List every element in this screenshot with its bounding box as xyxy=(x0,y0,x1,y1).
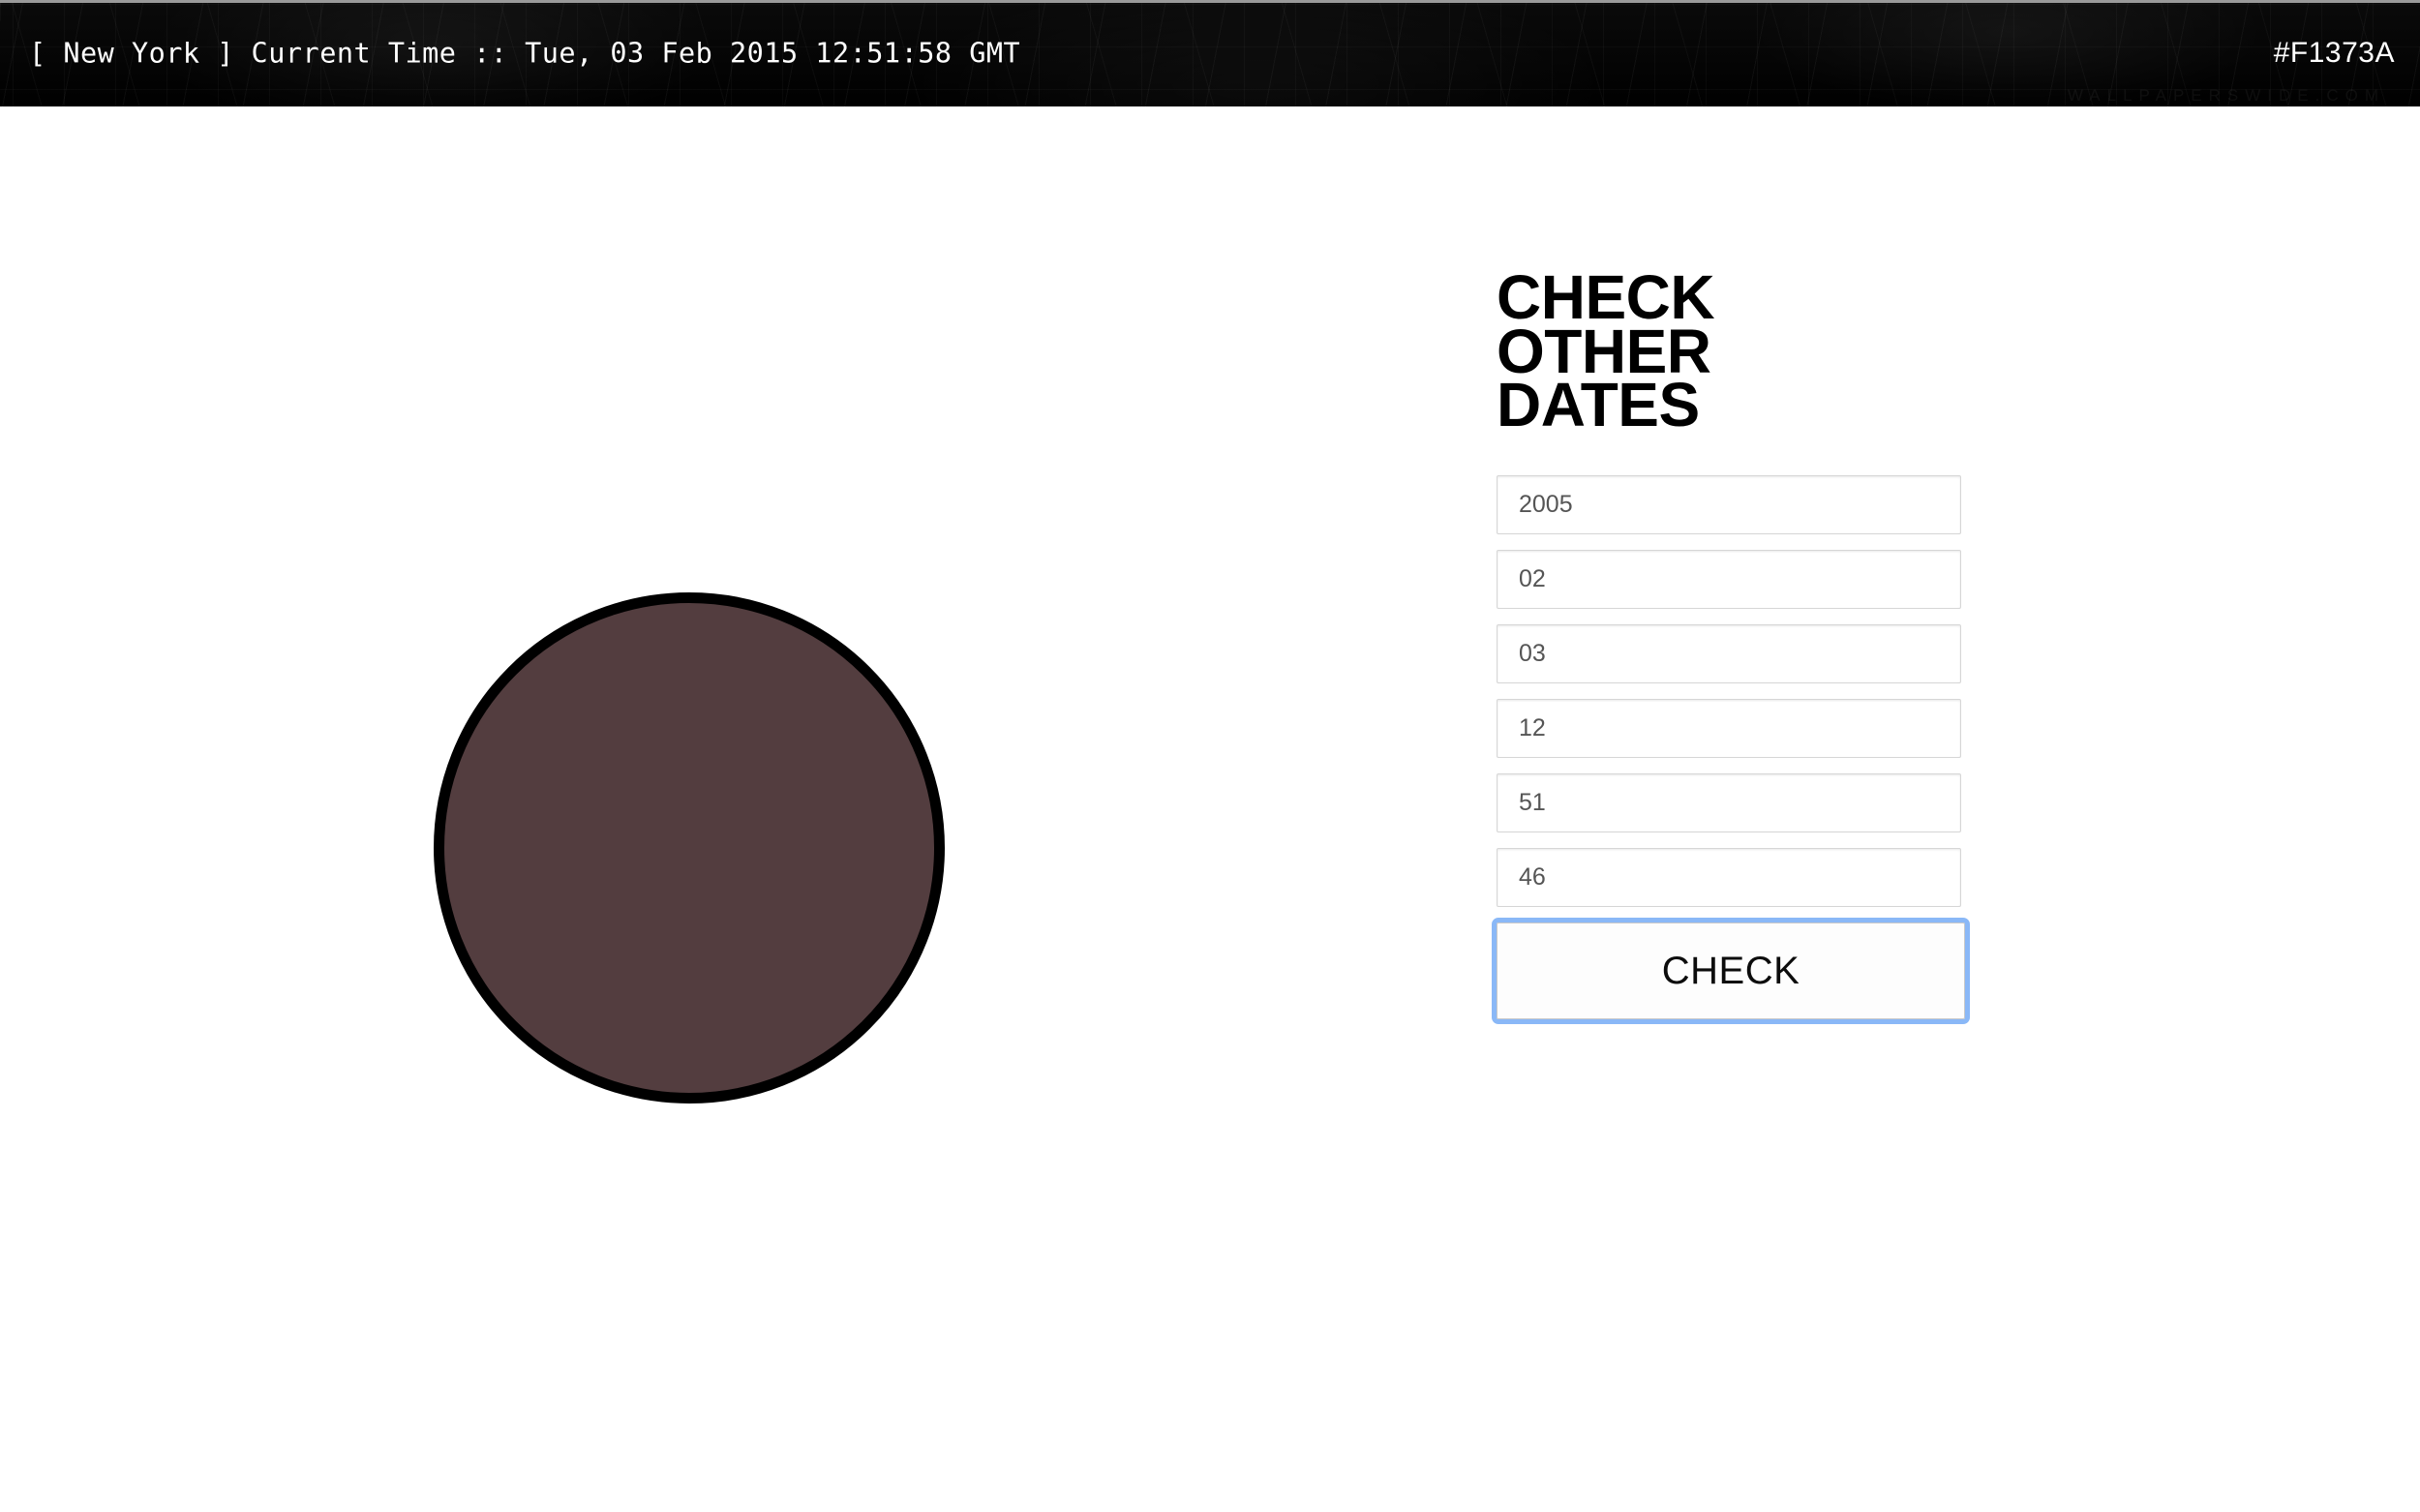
color-circle xyxy=(434,592,945,1104)
header-banner: WALLPAPERSWIDE.COM [ New York ] Current … xyxy=(0,0,2420,106)
color-hex-code: #F1373A xyxy=(2273,37,2395,69)
second-input[interactable] xyxy=(1497,848,1961,908)
color-swatch xyxy=(434,592,945,1104)
month-input[interactable] xyxy=(1497,550,1961,610)
date-fields-group xyxy=(1497,475,1969,908)
current-time-readout: [ New York ] Current Time :: Tue, 03 Feb… xyxy=(29,37,1021,70)
check-other-dates-panel: CHECK OTHER DATES CHECK xyxy=(1492,266,1970,1025)
page-title-line-3: DATES xyxy=(1497,370,1700,440)
check-button[interactable]: CHECK xyxy=(1492,918,1970,1025)
minute-input[interactable] xyxy=(1497,773,1961,833)
day-input[interactable] xyxy=(1497,624,1961,684)
page-top-hairline xyxy=(0,0,2420,3)
page-title: CHECK OTHER DATES xyxy=(1497,266,1969,440)
year-input[interactable] xyxy=(1497,475,1961,535)
wallpaper-watermark: WALLPAPERSWIDE.COM xyxy=(2067,86,2385,105)
hour-input[interactable] xyxy=(1497,699,1961,759)
main-content: CHECK OTHER DATES CHECK xyxy=(0,106,2420,1512)
